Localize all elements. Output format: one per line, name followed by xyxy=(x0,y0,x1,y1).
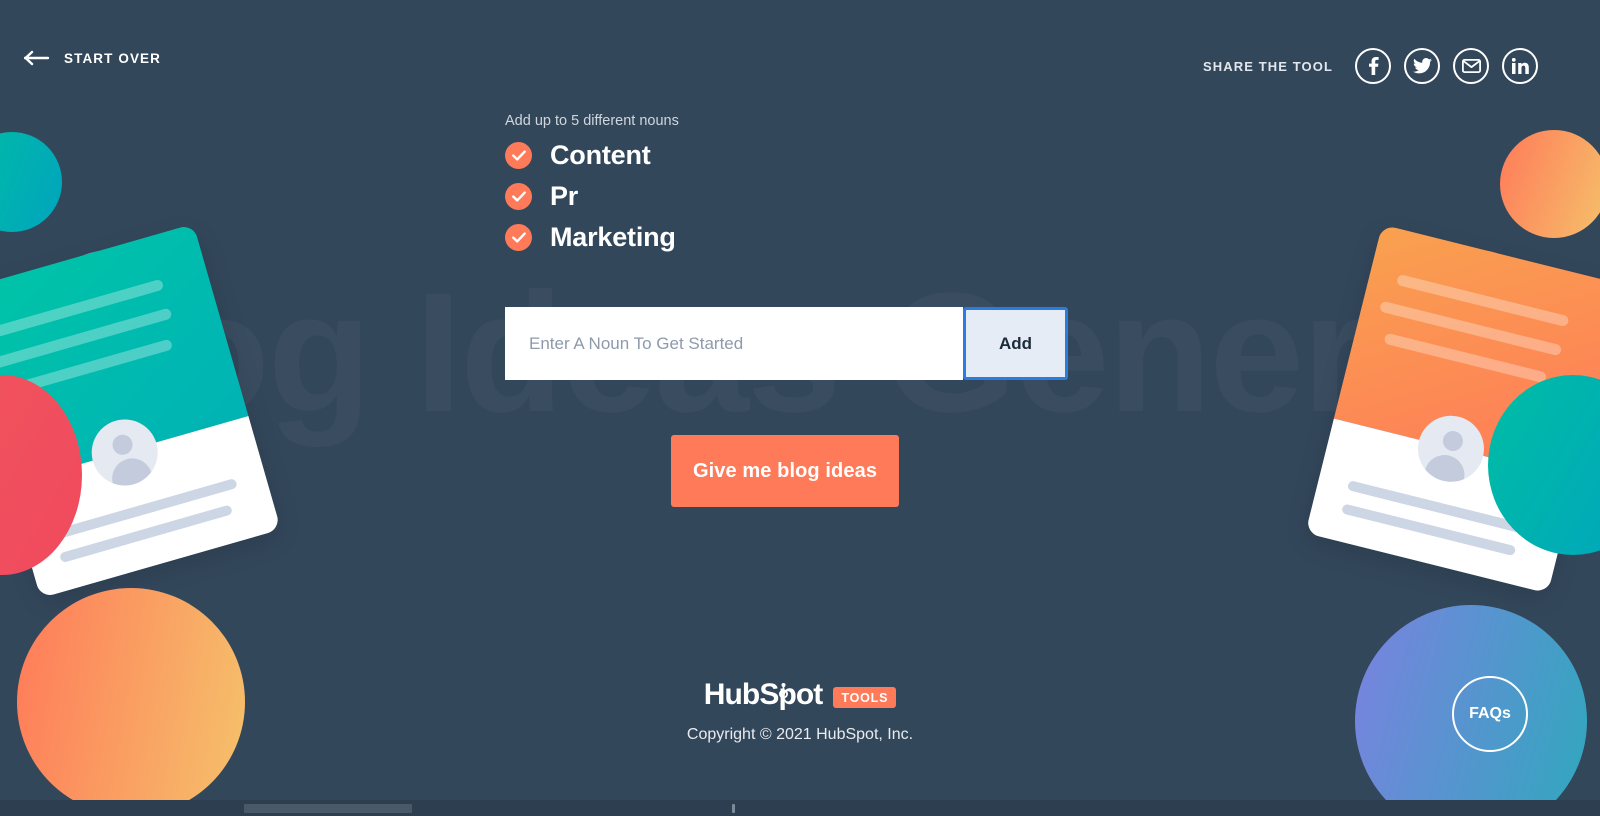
bottom-scrollbar-strip[interactable] xyxy=(0,800,1600,816)
noun-list-item[interactable]: Marketing xyxy=(505,222,1065,253)
noun-label: Marketing xyxy=(550,222,676,253)
share-the-tool: SHARE THE TOOL xyxy=(1203,48,1538,84)
arrow-left-icon xyxy=(23,50,50,66)
copyright-text: Copyright © 2021 HubSpot, Inc. xyxy=(686,726,914,743)
start-over-button[interactable]: START OVER xyxy=(23,50,162,66)
page-footer: HubSpot TOOLS Copyright © 2021 HubSpot, … xyxy=(0,678,1600,744)
noun-label: Pr xyxy=(550,181,579,212)
decorative-card-line xyxy=(1341,503,1517,557)
hubspot-wordmark: HubSpot xyxy=(703,678,824,712)
hubspot-wordmark-text: HubSpot xyxy=(703,678,824,711)
decorative-card-line xyxy=(0,278,165,338)
tools-badge: TOOLS xyxy=(833,686,897,708)
noun-input[interactable] xyxy=(505,307,963,380)
sprocket-icon xyxy=(775,674,792,699)
scrollbar-marker xyxy=(732,804,735,813)
add-button[interactable]: Add xyxy=(963,307,1068,380)
avatar-body xyxy=(1422,450,1469,489)
decorative-circle-orange-topright xyxy=(1500,130,1600,238)
avatar-head xyxy=(110,432,135,458)
check-circle-icon xyxy=(505,224,532,252)
check-circle-icon xyxy=(505,142,532,170)
noun-list-item[interactable]: Pr xyxy=(505,181,1065,212)
noun-entry-row: Add xyxy=(505,307,1068,380)
faqs-button[interactable]: FAQs xyxy=(1452,676,1528,752)
give-me-blog-ideas-button[interactable]: Give me blog ideas xyxy=(671,435,899,507)
noun-label: Content xyxy=(550,140,651,170)
nouns-hint-label: Add up to 5 different nouns xyxy=(505,113,679,129)
noun-list-item[interactable]: Content xyxy=(505,140,1065,171)
twitter-icon[interactable] xyxy=(1404,48,1440,84)
blog-ideas-generator-page: Blog Ideas Generator xyxy=(0,0,1600,816)
facebook-icon[interactable] xyxy=(1355,48,1391,84)
scrollbar-thumb[interactable] xyxy=(244,804,412,813)
linkedin-icon[interactable] xyxy=(1502,48,1538,84)
hubspot-logo: HubSpot TOOLS xyxy=(0,678,1600,712)
avatar-body xyxy=(107,453,155,494)
start-over-label: START OVER xyxy=(64,50,162,66)
share-label: SHARE THE TOOL xyxy=(1202,58,1333,74)
nouns-section: Add up to 5 different nouns Content Pr M… xyxy=(505,113,1065,263)
avatar-head xyxy=(1440,428,1466,454)
page-header: START OVER SHARE THE TOOL xyxy=(0,0,1600,105)
email-icon[interactable] xyxy=(1453,48,1489,84)
check-circle-icon xyxy=(505,183,532,211)
decorative-circle-teal-topleft xyxy=(0,132,62,232)
